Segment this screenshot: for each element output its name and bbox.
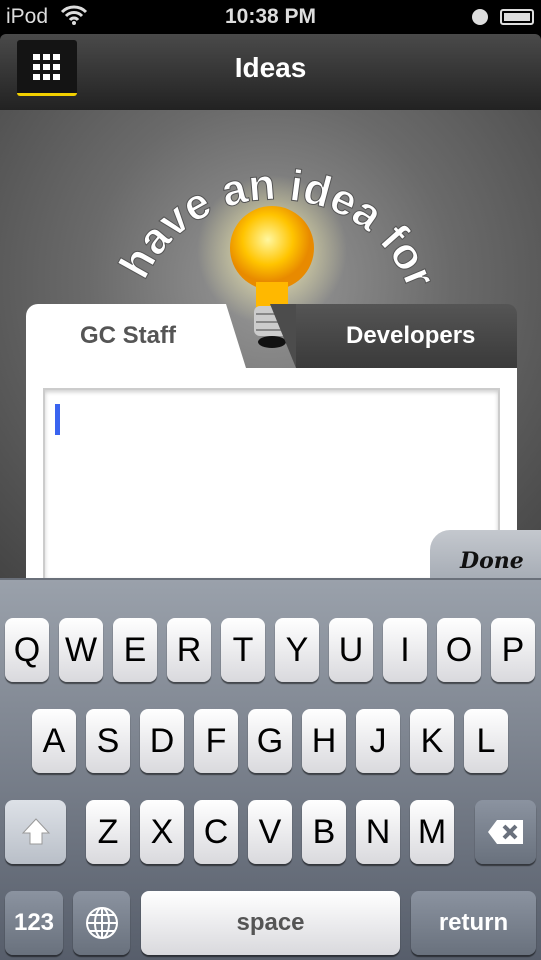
key-g[interactable]: G (248, 709, 292, 773)
key-c[interactable]: C (194, 800, 238, 864)
key-r[interactable]: R (167, 618, 211, 682)
text-cursor (55, 404, 60, 435)
clock-time: 10:38 PM (224, 5, 317, 28)
status-bar: iPod 10:38 PM (0, 0, 541, 34)
keyboard: 123 space return QWERTYUIOP ASDFGHJKL ZXCV… (0, 578, 541, 960)
key-y[interactable]: Y (275, 618, 319, 682)
tab-developers[interactable]: Developers (296, 304, 517, 368)
key-k[interactable]: K (410, 709, 454, 773)
page-title: Ideas (234, 52, 307, 83)
key-v[interactable]: V (248, 800, 292, 864)
return-key[interactable]: return (411, 891, 536, 955)
key-i[interactable]: I (383, 618, 427, 682)
key-p[interactable]: P (491, 618, 535, 682)
key-d[interactable]: D (140, 709, 184, 773)
key-e[interactable]: E (113, 618, 157, 682)
key-x[interactable]: X (140, 800, 184, 864)
globe-key[interactable] (73, 891, 130, 955)
numbers-key[interactable]: 123 (5, 891, 63, 955)
key-a[interactable]: A (32, 709, 76, 773)
backspace-icon (487, 820, 523, 844)
key-b[interactable]: B (302, 800, 346, 864)
key-n[interactable]: N (356, 800, 400, 864)
key-z[interactable]: Z (86, 800, 130, 864)
key-m[interactable]: M (410, 800, 454, 864)
globe-icon (85, 907, 118, 939)
key-l[interactable]: L (464, 709, 508, 773)
key-s[interactable]: S (86, 709, 130, 773)
shift-key[interactable] (5, 800, 66, 864)
backspace-key[interactable] (475, 800, 536, 864)
nav-bar: Ideas (0, 34, 541, 110)
key-u[interactable]: U (329, 618, 373, 682)
tab-gc-staff[interactable]: GC Staff (26, 304, 226, 370)
key-j[interactable]: J (356, 709, 400, 773)
alarm-icon (472, 9, 488, 25)
key-t[interactable]: T (221, 618, 265, 682)
key-o[interactable]: O (437, 618, 481, 682)
key-q[interactable]: Q (5, 618, 49, 682)
key-w[interactable]: W (59, 618, 103, 682)
key-f[interactable]: F (194, 709, 238, 773)
key-h[interactable]: H (302, 709, 346, 773)
battery-icon (500, 9, 534, 25)
shift-arrow-icon (21, 818, 50, 845)
space-key[interactable]: space (141, 891, 400, 955)
done-button[interactable]: Done (430, 530, 541, 580)
